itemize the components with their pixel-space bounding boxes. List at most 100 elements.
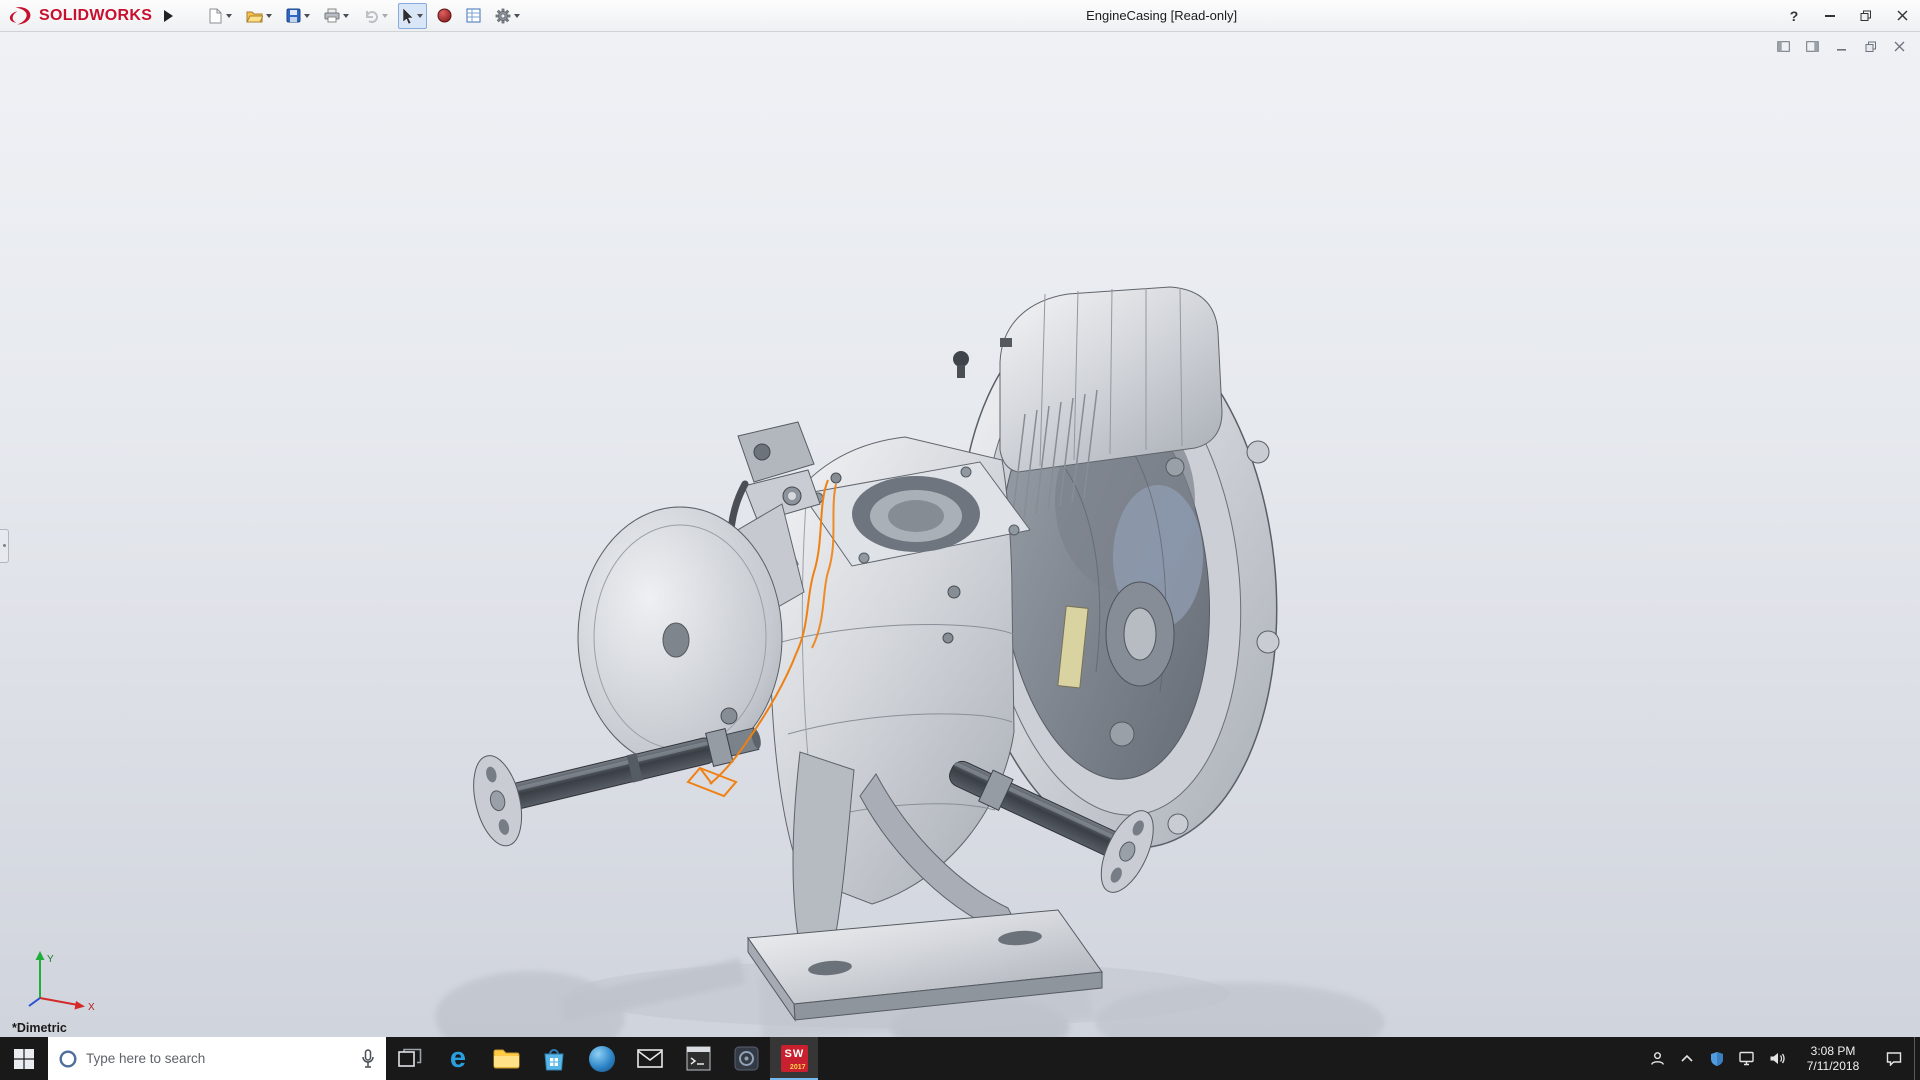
- chevron-down-icon: [417, 14, 423, 18]
- chevron-down-icon: [266, 14, 272, 18]
- chevron-down-icon: [382, 14, 388, 18]
- store-app-button[interactable]: [530, 1037, 578, 1080]
- right-triangle-icon: [164, 10, 173, 22]
- blue-circle-app-button[interactable]: [578, 1037, 626, 1080]
- help-button[interactable]: ?: [1776, 0, 1812, 31]
- triad-x-label: X: [88, 1002, 95, 1013]
- window-controls: ?: [1776, 0, 1920, 31]
- volume-tray-button[interactable]: [1762, 1037, 1792, 1080]
- minimize-button[interactable]: [1812, 0, 1848, 31]
- task-view-icon: [398, 1048, 422, 1070]
- save-button[interactable]: [282, 3, 314, 29]
- chevron-down-icon: [226, 14, 232, 18]
- start-button[interactable]: [0, 1037, 48, 1080]
- graphics-area[interactable]: Y X *Dimetric: [0, 32, 1920, 1037]
- open-document-button[interactable]: [242, 3, 276, 29]
- task-view-button[interactable]: [386, 1037, 434, 1080]
- dock-pane-right-icon: [1806, 41, 1819, 52]
- dock-pane-left-button[interactable]: [1771, 37, 1796, 56]
- taskbar-clock[interactable]: 3:08 PM 7/11/2018: [1792, 1037, 1874, 1080]
- collapsed-panel-tab[interactable]: [0, 529, 9, 563]
- speaker-icon: [1769, 1051, 1786, 1066]
- appearance-sphere-icon: [437, 8, 452, 23]
- restore-button[interactable]: [1848, 0, 1884, 31]
- dock-pane-right-button[interactable]: [1800, 37, 1825, 56]
- system-tray: 3:08 PM 7/11/2018: [1642, 1037, 1920, 1080]
- people-tray-button[interactable]: [1642, 1037, 1672, 1080]
- minimize-icon: [1836, 41, 1847, 52]
- restore-document-button[interactable]: [1858, 37, 1883, 56]
- dark-app-button[interactable]: [722, 1037, 770, 1080]
- edge-icon: e: [450, 1044, 466, 1073]
- help-label: ?: [1790, 8, 1799, 24]
- document-window-controls: [1771, 37, 1912, 56]
- solidworks-logo-text: SOLIDWORKS: [39, 7, 152, 25]
- undo-button[interactable]: [359, 3, 392, 29]
- select-cursor-icon: [402, 7, 414, 24]
- cortana-icon: [58, 1049, 78, 1069]
- solidworks-abbr: SW: [785, 1048, 805, 1060]
- print-button[interactable]: [320, 3, 353, 29]
- blue-circle-app-icon: [589, 1046, 615, 1072]
- search-input[interactable]: [86, 1051, 352, 1066]
- orientation-triad[interactable]: Y X: [22, 948, 102, 1019]
- triad-axes-icon: Y X: [22, 948, 102, 1014]
- dock-pane-left-icon: [1777, 41, 1790, 52]
- menu-flyout-arrow[interactable]: [158, 3, 178, 29]
- solidworks-year: 2017: [790, 1064, 806, 1071]
- clock-date: 7/11/2018: [1807, 1059, 1860, 1074]
- undo-icon: [363, 9, 379, 23]
- gear-icon: [495, 8, 511, 24]
- quick-access-toolbar: [204, 3, 524, 29]
- command-prompt-icon: [686, 1046, 711, 1071]
- document-title: EngineCasing [Read-only]: [1086, 8, 1237, 23]
- solidworks-app-icon: SW 2017: [781, 1045, 808, 1072]
- mail-envelope-icon: [637, 1049, 663, 1068]
- dark-ring-app-icon: [734, 1046, 759, 1071]
- print-icon: [324, 8, 340, 23]
- solidworks-logo-icon: [8, 5, 36, 27]
- edge-app-button[interactable]: e: [434, 1037, 482, 1080]
- solidworks-screen: SOLIDWORKS: [0, 0, 1920, 1080]
- store-bag-icon: [542, 1046, 566, 1072]
- view-orientation-label: *Dimetric: [12, 1021, 67, 1035]
- security-tray-button[interactable]: [1702, 1037, 1732, 1080]
- close-icon: [1894, 41, 1905, 52]
- microphone-icon[interactable]: [360, 1048, 376, 1070]
- options-button[interactable]: [491, 3, 524, 29]
- show-desktop-button[interactable]: [1914, 1037, 1920, 1080]
- action-center-button[interactable]: [1874, 1037, 1914, 1080]
- taskbar: e: [0, 1037, 1920, 1080]
- close-button[interactable]: [1884, 0, 1920, 31]
- taskbar-search[interactable]: [48, 1037, 386, 1080]
- clutch-disc: [578, 504, 804, 767]
- chevron-up-icon: [1680, 1054, 1694, 1063]
- panel-tab-dot: [3, 544, 6, 547]
- command-prompt-app-button[interactable]: [674, 1037, 722, 1080]
- open-folder-icon: [246, 9, 263, 23]
- file-explorer-icon: [493, 1048, 520, 1069]
- network-tray-button[interactable]: [1732, 1037, 1762, 1080]
- hidden-icons-button[interactable]: [1672, 1037, 1702, 1080]
- new-document-icon: [208, 8, 223, 24]
- solidworks-logo: SOLIDWORKS: [0, 5, 158, 27]
- file-properties-button[interactable]: [462, 3, 485, 29]
- minimize-document-button[interactable]: [1829, 37, 1854, 56]
- file-explorer-app-button[interactable]: [482, 1037, 530, 1080]
- mail-app-button[interactable]: [626, 1037, 674, 1080]
- chevron-down-icon: [304, 14, 310, 18]
- windows-logo-icon: [13, 1048, 35, 1070]
- person-icon: [1650, 1051, 1665, 1066]
- file-properties-icon: [466, 8, 481, 23]
- new-document-button[interactable]: [204, 3, 236, 29]
- close-document-button[interactable]: [1887, 37, 1912, 56]
- select-button[interactable]: [398, 3, 427, 29]
- chevron-down-icon: [514, 14, 520, 18]
- engine-casing-model[interactable]: [0, 32, 1920, 1037]
- action-center-icon: [1886, 1051, 1902, 1066]
- shield-icon: [1710, 1051, 1724, 1067]
- restore-icon: [1860, 10, 1872, 22]
- solidworks-app-button[interactable]: SW 2017: [770, 1037, 818, 1080]
- network-monitor-icon: [1739, 1051, 1756, 1066]
- edit-appearance-button[interactable]: [433, 3, 456, 29]
